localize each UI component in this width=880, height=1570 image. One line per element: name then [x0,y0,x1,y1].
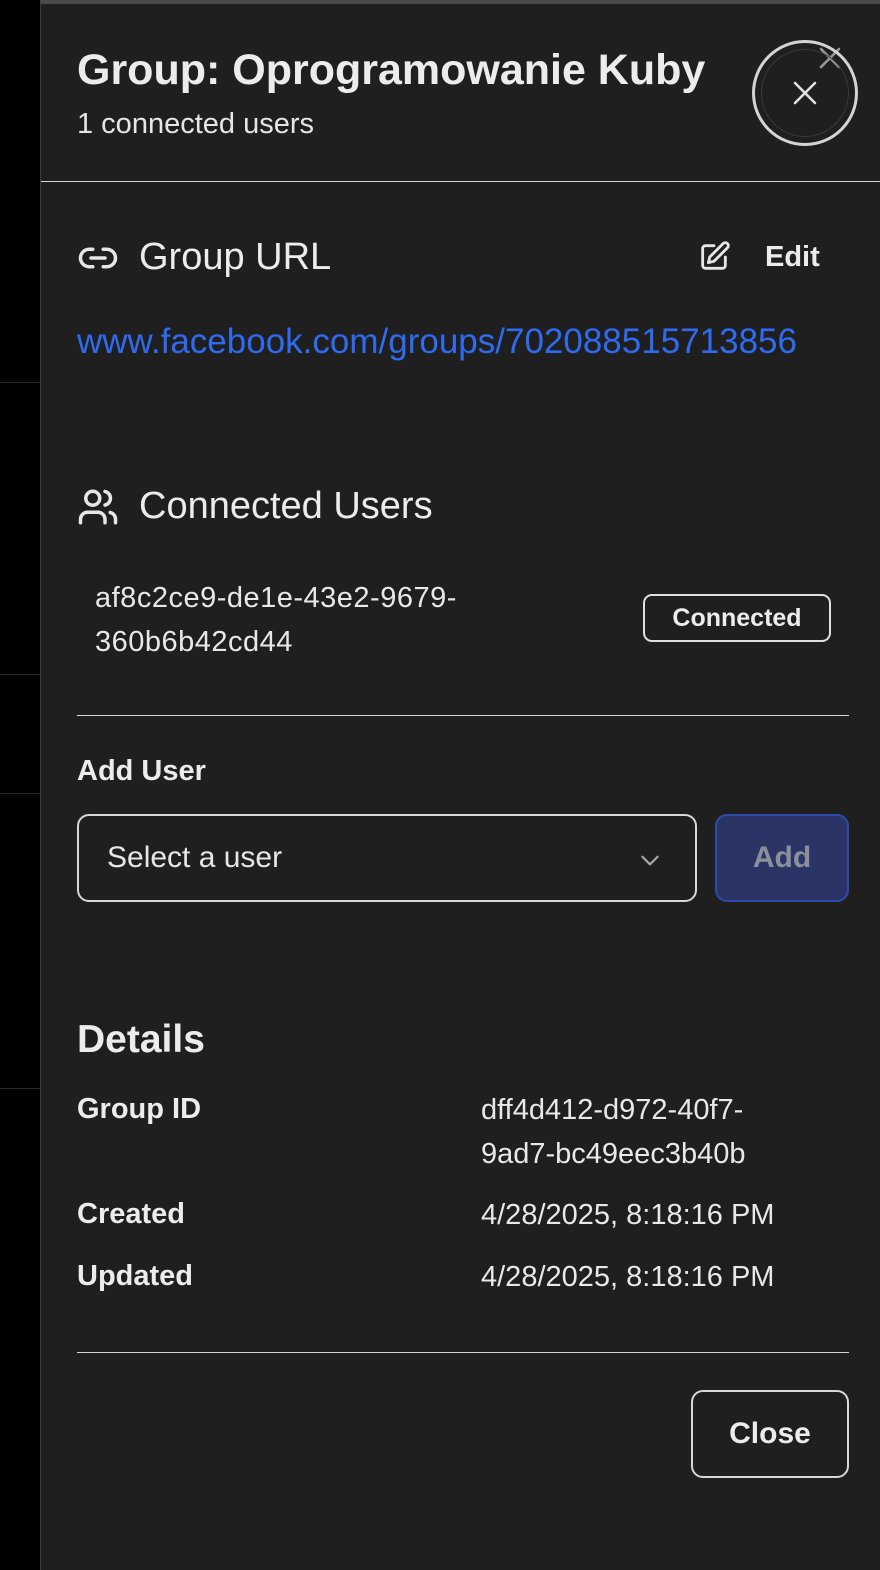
add-user-button[interactable]: Add [715,814,849,902]
user-id-line: 360b6b42cd44 [95,626,293,658]
group-url-link[interactable]: www.facebook.com/groups/702088515713856 [77,322,880,362]
backdrop-divider [0,1088,40,1089]
edit-icon [701,241,730,270]
close-button[interactable]: Close [691,1390,849,1478]
drawer-header: Group: Oprogramowanie Kuby 1 connected u… [41,4,880,182]
user-id-line: af8c2ce9-de1e-43e2-9679- [95,582,457,614]
created-label: Created [77,1198,185,1230]
page-backdrop[interactable] [0,0,40,1570]
section-divider [77,715,849,716]
group-details-drawer: Group: Oprogramowanie Kuby 1 connected u… [40,0,880,1570]
close-drawer-button-ring [761,49,849,137]
backdrop-divider [0,793,40,794]
users-icon [78,489,118,524]
user-select[interactable]: Select a user [77,814,697,902]
status-badge: Connected [643,594,831,642]
page-title: Group: Oprogramowanie Kuby [77,46,706,94]
section-divider [77,1352,849,1353]
chevron-down-icon [641,855,659,866]
group-id-line: dff4d412-d972-40f7- [481,1094,744,1126]
edit-url-button[interactable]: Edit [697,240,820,274]
connected-users-heading: Connected Users [77,485,433,528]
link-icon [78,247,118,268]
group-id-value: dff4d412-d972-40f7- 9ad7-bc49eec3b40b [481,1088,841,1176]
close-drawer-button[interactable] [752,40,858,146]
user-id: af8c2ce9-de1e-43e2-9679- 360b6b42cd44 [95,576,535,664]
connected-users-heading-label: Connected Users [139,485,433,527]
backdrop-divider [0,674,40,675]
user-select-placeholder: Select a user [107,841,283,874]
connected-users-count: 1 connected users [77,108,314,140]
created-value: 4/28/2025, 8:18:16 PM [481,1199,775,1231]
close-icon [793,81,817,105]
updated-value: 4/28/2025, 8:18:16 PM [481,1261,775,1293]
backdrop-divider [0,382,40,383]
group-url-heading-label: Group URL [139,236,332,278]
updated-label: Updated [77,1260,193,1292]
add-user-label: Add User [77,755,206,787]
edit-url-label: Edit [765,240,820,273]
group-id-label: Group ID [77,1093,202,1125]
group-url-heading: Group URL [77,236,331,279]
details-heading: Details [77,1018,205,1061]
group-id-line: 9ad7-bc49eec3b40b [481,1138,746,1170]
